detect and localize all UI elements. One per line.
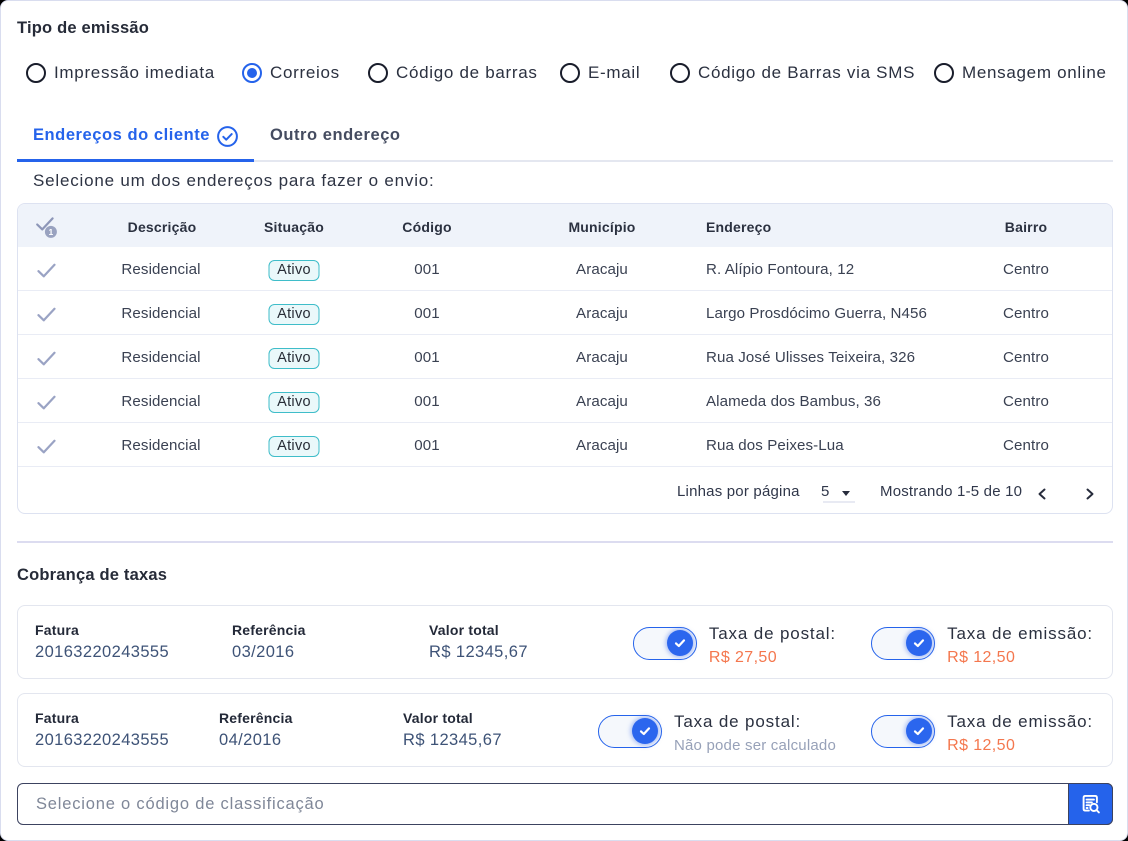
svg-text:1: 1 bbox=[49, 227, 54, 237]
